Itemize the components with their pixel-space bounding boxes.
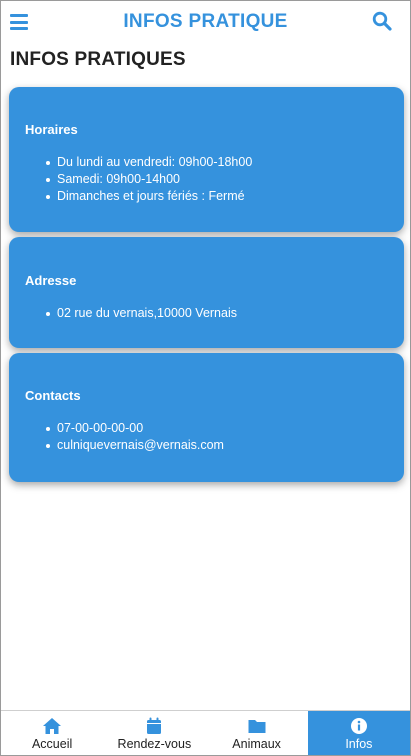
card-adresse: Adresse 02 rue du vernais,10000 Vernais xyxy=(9,237,404,348)
list-item: Du lundi au vendredi: 09h00-18h00 xyxy=(46,154,404,171)
nav-item-animaux[interactable]: Animaux xyxy=(206,711,308,755)
nav-item-rendez-vous[interactable]: Rendez-vous xyxy=(103,711,205,755)
nav-label: Accueil xyxy=(31,737,73,751)
page-title: INFOS PRATIQUES xyxy=(10,49,186,70)
nav-item-infos[interactable]: Infos xyxy=(307,711,410,755)
nav-item-accueil[interactable]: Accueil xyxy=(1,711,103,755)
nav-label: Rendez-vous xyxy=(117,737,192,751)
list-item: Dimanches et jours fériés : Fermé xyxy=(46,188,404,205)
card-title: Horaires xyxy=(25,122,78,137)
home-icon xyxy=(43,718,62,734)
top-app-bar: INFOS PRATIQUE xyxy=(1,1,410,47)
bottom-navigation: Accueil Rendez-vous Animaux Infos xyxy=(1,710,410,755)
list-item: 02 rue du vernais,10000 Vernais xyxy=(46,305,404,322)
list-item: culniquevernais@vernais.com xyxy=(46,437,404,454)
hamburger-menu-icon[interactable] xyxy=(10,14,28,30)
search-icon[interactable] xyxy=(372,11,392,31)
card-title: Adresse xyxy=(25,273,77,288)
info-icon xyxy=(350,718,367,734)
card-list: 02 rue du vernais,10000 Vernais xyxy=(46,305,404,322)
card-list: 07-00-00-00-00 culniquevernais@vernais.c… xyxy=(46,420,404,454)
app-bar-title: INFOS PRATIQUE xyxy=(123,11,288,32)
calendar-icon xyxy=(147,717,162,734)
nav-label: Animaux xyxy=(232,737,281,751)
list-item: 07-00-00-00-00 xyxy=(46,420,404,437)
folder-icon xyxy=(248,720,266,733)
card-title: Contacts xyxy=(25,388,81,403)
card-horaires: Horaires Du lundi au vendredi: 09h00-18h… xyxy=(9,87,404,232)
nav-label: Infos xyxy=(345,737,373,751)
card-contacts: Contacts 07-00-00-00-00 culniquevernais@… xyxy=(9,353,404,482)
list-item: Samedi: 09h00-14h00 xyxy=(46,171,404,188)
card-list: Du lundi au vendredi: 09h00-18h00 Samedi… xyxy=(46,154,404,205)
